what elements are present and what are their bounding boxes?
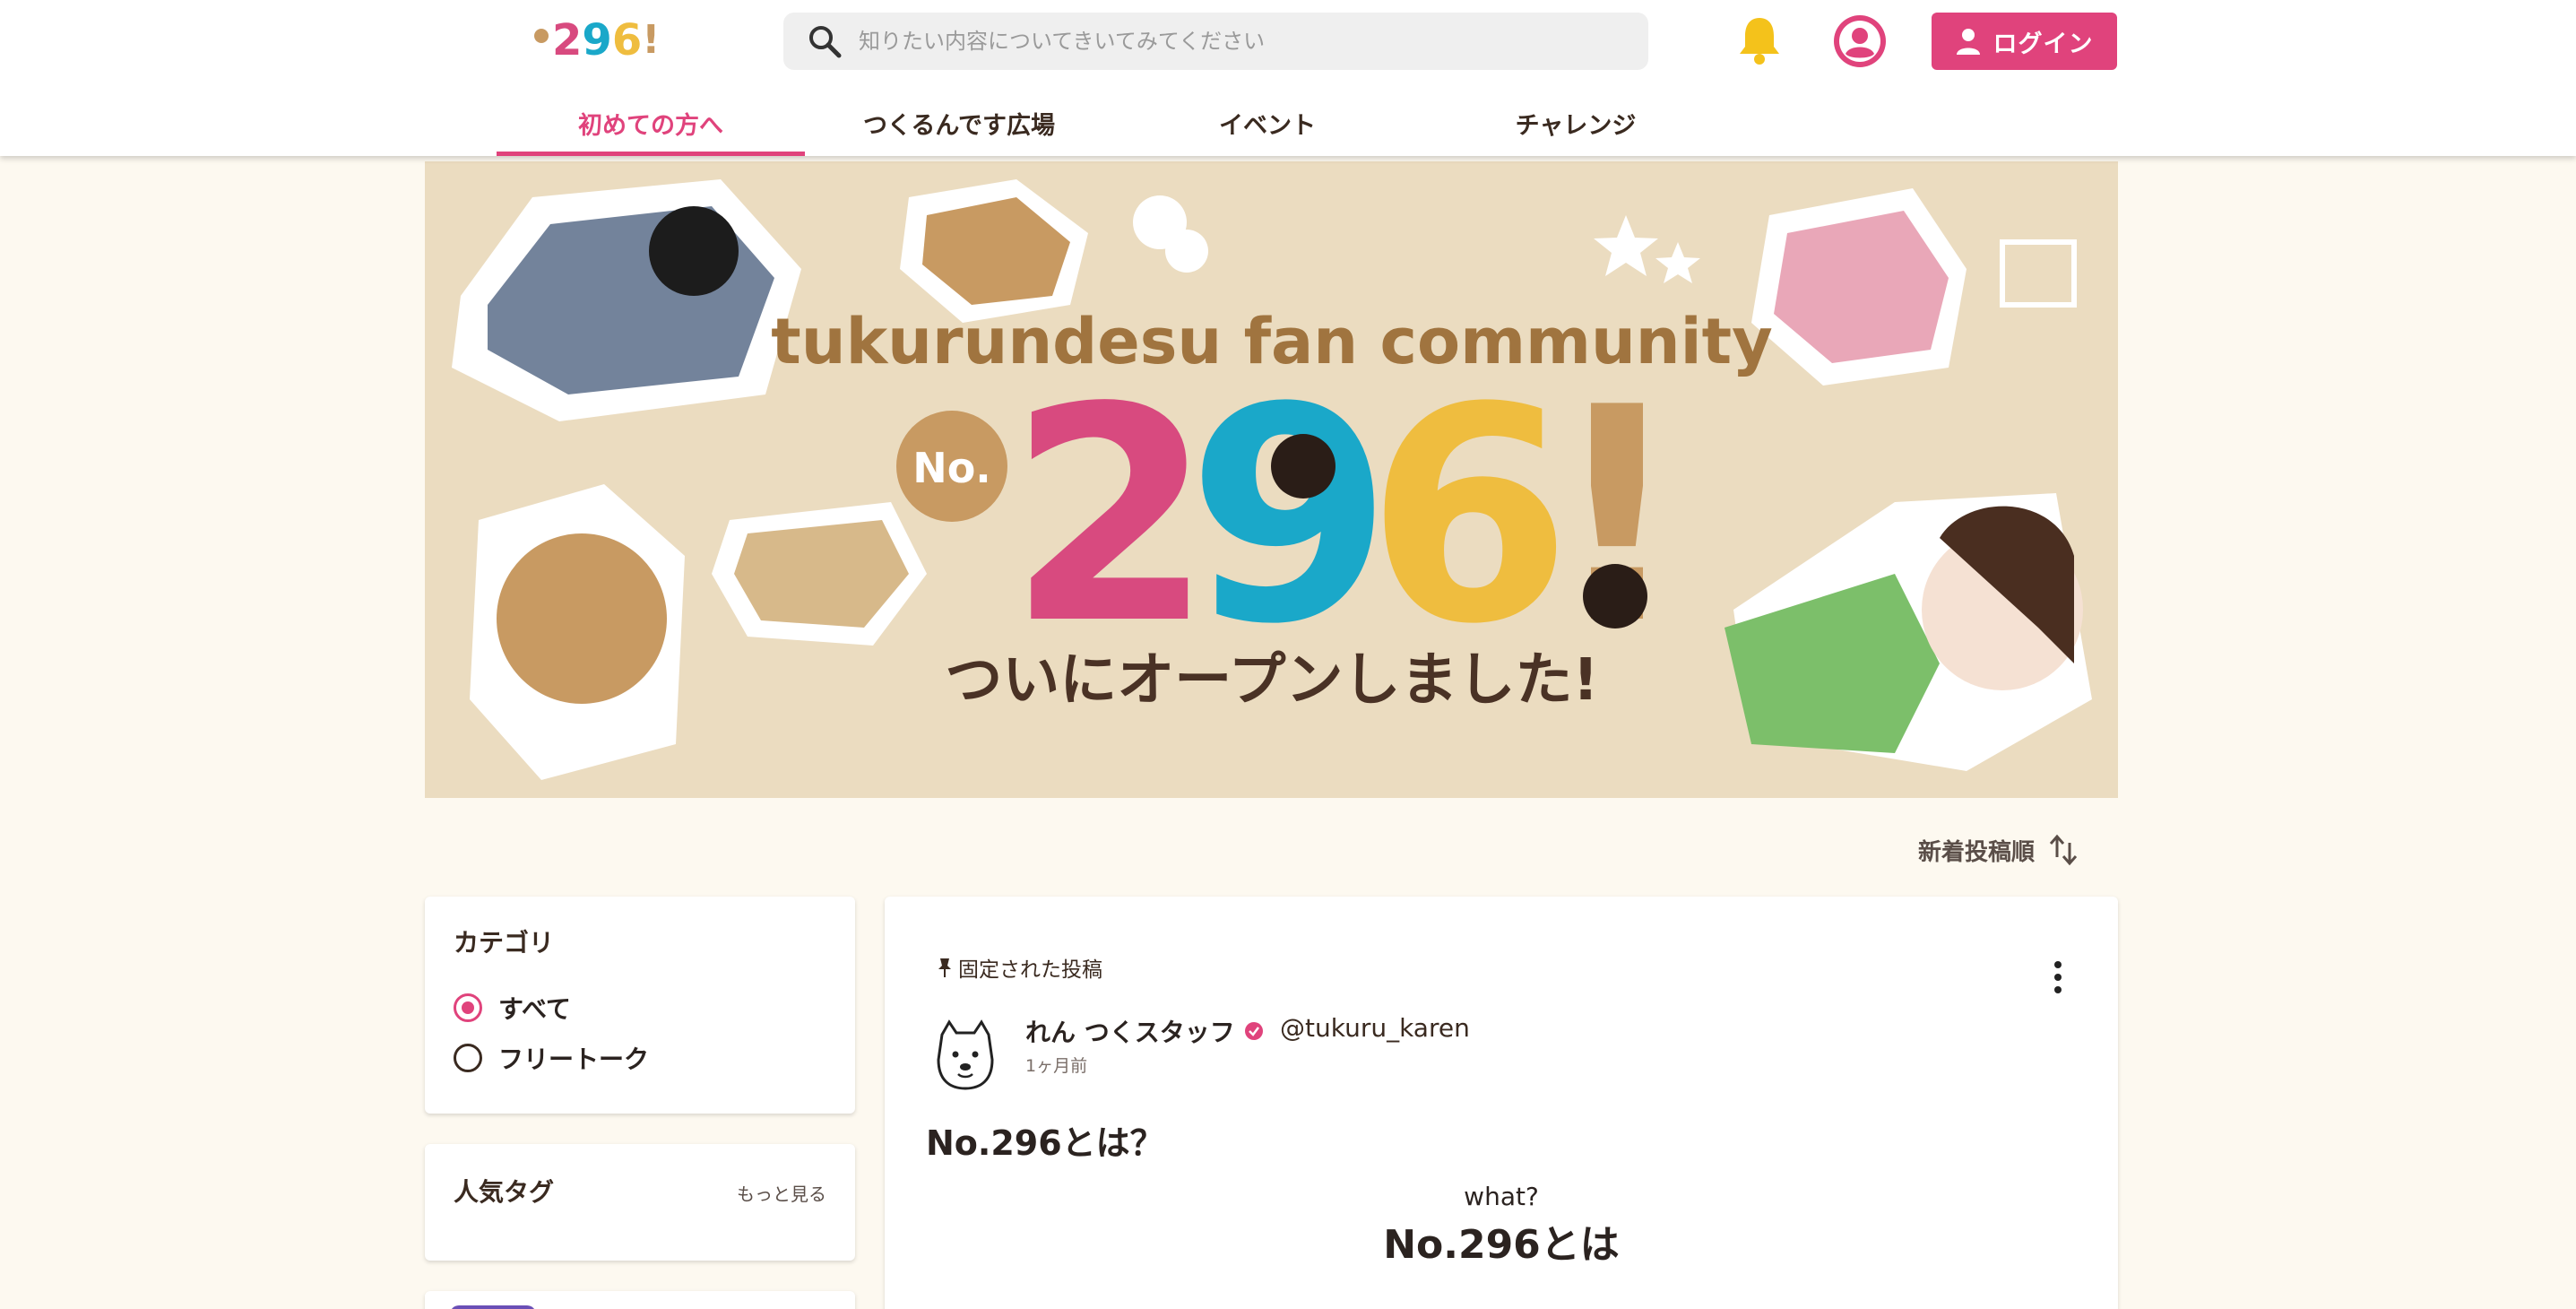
site-header: 2 9 6 ! ログイン 初めての方へ つくるんです広場 イベント チャレンジ	[0, 0, 2576, 156]
pin-icon	[938, 958, 951, 977]
post-title[interactable]: No.296とは？	[926, 1115, 1164, 1165]
banner-no-text: No.	[912, 444, 991, 492]
pinned-label: 固定された投稿	[958, 958, 1102, 982]
author-name-text: れん つくスタッフ	[1025, 1018, 1235, 1047]
pinned-indicator: 固定された投稿	[937, 952, 1102, 983]
popular-tags-title: 人気タグ	[454, 1177, 555, 1207]
dog-avatar-icon[interactable]	[929, 1017, 1001, 1092]
see-more-link[interactable]: もっと見る	[737, 1180, 826, 1206]
sort-label: 新着投稿順	[1918, 838, 2036, 866]
category-option-all[interactable]: すべて	[454, 983, 826, 1033]
verified-badge-icon	[1244, 1022, 1263, 1040]
category-option-free-talk[interactable]: フリートーク	[454, 1033, 826, 1083]
logo-digit-9: 9	[582, 15, 612, 65]
sidebar-card	[425, 1291, 855, 1309]
sort-arrows-icon	[2049, 834, 2078, 866]
sort-control[interactable]: 新着投稿順	[1918, 830, 2079, 870]
pinned-post-card[interactable]: 固定された投稿 れん つくスタッフ @tukuru_karen 1ヶ月前 No.…	[885, 897, 2118, 1309]
tab-label: 初めての方へ	[578, 111, 723, 140]
banner-tagline: ついにオープンしました!	[945, 647, 1598, 714]
more-options-icon[interactable]	[2053, 961, 2062, 993]
tab-label: つくるんです広場	[862, 111, 1056, 140]
site-logo[interactable]: 2 9 6 !	[534, 15, 661, 65]
post-timestamp: 1ヶ月前	[1025, 1056, 1088, 1076]
main-nav: 初めての方へ つくるんです広場 イベント チャレンジ	[497, 90, 1730, 156]
search-icon	[809, 26, 842, 58]
logo-digit-2: 2	[552, 15, 583, 65]
logo-no-badge	[534, 29, 549, 43]
post-subheading-large: No.296とは	[1383, 1222, 1620, 1268]
person-icon	[1956, 29, 1980, 55]
user-avatar-icon[interactable]	[1833, 14, 1887, 68]
banner-bang: !	[1550, 344, 1685, 689]
category-card: カテゴリ すべて フリートーク	[425, 897, 855, 1114]
logo-bang: !	[642, 17, 661, 63]
tab-label: チャレンジ	[1515, 111, 1637, 140]
tab-plaza[interactable]: つくるんです広場	[805, 90, 1113, 156]
category-option-label: フリートーク	[498, 1045, 650, 1074]
search-bar[interactable]	[783, 13, 1648, 70]
banner-digit-9: 9	[1187, 344, 1393, 689]
login-button[interactable]: ログイン	[1932, 13, 2117, 70]
radio-selected[interactable]	[454, 993, 482, 1022]
cloud-icon	[1165, 230, 1208, 273]
tab-events[interactable]: イベント	[1113, 90, 1422, 156]
post-subheading-small: what?	[1464, 1182, 1539, 1211]
tab-challenge[interactable]: チャレンジ	[1422, 90, 1730, 156]
popular-tags-card: 人気タグ もっと見る	[425, 1144, 855, 1261]
search-input[interactable]	[859, 29, 1629, 54]
banner-bang-dot	[1583, 564, 1647, 628]
category-title: カテゴリ	[454, 928, 555, 958]
category-option-label: すべて	[498, 994, 571, 1024]
banner-digit-6: 6	[1366, 344, 1572, 689]
hero-banner[interactable]: tukurundesu fan community No. 2 9 6 ! つい…	[425, 161, 2118, 798]
author-handle[interactable]: @tukuru_karen	[1280, 1013, 1470, 1043]
login-label: ログイン	[1993, 30, 2094, 58]
sidebar-pill[interactable]	[450, 1305, 536, 1309]
child-hair	[649, 206, 739, 296]
banner-artwork: tukurundesu fan community No. 2 9 6 ! つい…	[425, 161, 2118, 798]
globe-photo	[497, 533, 667, 704]
bell-icon[interactable]	[1736, 14, 1783, 66]
banner-digit-2: 2	[1007, 344, 1214, 689]
logo-digit-6: 6	[611, 15, 643, 65]
banner-dot	[1271, 434, 1336, 498]
tab-beginners[interactable]: 初めての方へ	[497, 90, 805, 156]
tab-label: イベント	[1219, 111, 1316, 140]
author-name[interactable]: れん つくスタッフ	[1025, 1013, 1264, 1049]
radio-unselected[interactable]	[454, 1044, 482, 1072]
